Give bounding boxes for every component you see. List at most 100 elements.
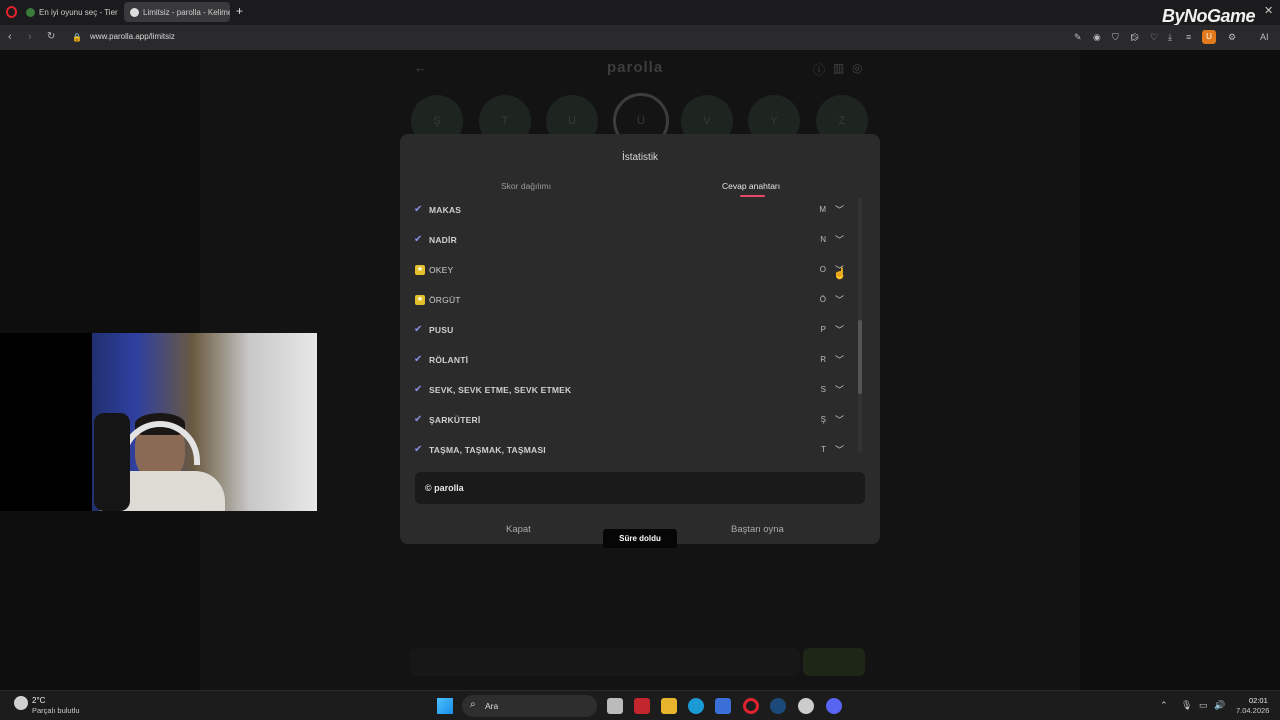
answer-word: PUSU	[429, 325, 454, 335]
discord-icon[interactable]	[826, 698, 842, 714]
answer-input[interactable]	[410, 648, 800, 676]
shield-icon[interactable]: ⛉	[1112, 32, 1119, 43]
answer-row[interactable]: ★ ÖRGÜT Ö ﹀	[414, 291, 844, 311]
url-field[interactable]: www.parolla.app/limitsiz	[90, 32, 175, 41]
answer-word: TAŞMA, TAŞMAK, TAŞMASI	[429, 445, 546, 455]
network-icon[interactable]: ▭	[1199, 700, 1208, 711]
active-tab-indicator	[740, 195, 765, 197]
tab-favicon-icon	[26, 7, 35, 17]
new-tab-button[interactable]: +	[236, 4, 243, 18]
opera-menu-icon[interactable]	[6, 6, 17, 18]
restart-button[interactable]: Baştan oyna	[731, 524, 784, 535]
steam-icon[interactable]	[770, 698, 786, 714]
back-icon[interactable]: ‹	[8, 31, 12, 43]
heart-icon[interactable]: ♡	[1150, 32, 1158, 43]
weather-icon[interactable]	[14, 696, 28, 710]
pass-star-icon: ★	[415, 295, 425, 305]
tab-score-distribution[interactable]: Skor dağılımı	[501, 181, 551, 191]
amd-app-icon[interactable]	[634, 698, 650, 714]
browser-tab-parolla[interactable]: Limitsiz - parolla - Kelime	[124, 2, 230, 22]
answer-row[interactable]: ✔ MAKAS M ﹀	[414, 201, 844, 221]
answer-word: SEVK, SEVK ETME, SEVK ETMEK	[429, 385, 572, 395]
chevron-up-icon[interactable]: ⌃	[1160, 700, 1168, 711]
mic-icon[interactable]: 🎙	[1181, 700, 1192, 711]
opera-icon[interactable]	[743, 698, 759, 714]
chevron-down-icon[interactable]: ﹀	[835, 383, 844, 396]
ai-button[interactable]: AI	[1260, 32, 1269, 42]
answer-letter: M	[819, 205, 826, 214]
scrollbar-thumb[interactable]	[858, 320, 862, 394]
answer-row[interactable]: ✔ TAŞMA, TAŞMAK, TAŞMASI T ﹀	[414, 441, 844, 461]
windows-start-icon[interactable]	[437, 698, 453, 714]
answer-letter: R	[820, 355, 826, 364]
obs-icon[interactable]	[798, 698, 814, 714]
camera-icon[interactable]: ◉	[1093, 32, 1101, 43]
chevron-down-icon[interactable]: ﹀	[835, 203, 844, 216]
task-view-icon[interactable]	[607, 698, 623, 714]
weather-desc[interactable]: Parçalı bulutlu	[32, 706, 80, 715]
check-icon: ✔	[414, 204, 423, 215]
download-icon[interactable]: ⤓	[1168, 32, 1172, 43]
search-icon: ⌕	[470, 699, 476, 710]
chevron-down-icon[interactable]: ﹀	[835, 293, 844, 306]
answer-word: ŞARKÜTERİ	[429, 415, 481, 425]
reload-icon[interactable]: ↻	[47, 31, 55, 42]
check-icon: ✔	[414, 444, 423, 455]
answer-letter: Ö	[819, 295, 826, 304]
answer-row[interactable]: ✔ SEVK, SEVK ETME, SEVK ETMEK S ﹀	[414, 381, 844, 401]
pass-star-icon: ★	[415, 265, 425, 275]
chevron-down-icon[interactable]: ﹀	[835, 233, 844, 246]
answer-word: NADİR	[429, 235, 457, 245]
clock-date[interactable]: 7.04.2026	[1236, 706, 1269, 715]
check-icon: ✔	[414, 234, 423, 245]
chevron-down-icon[interactable]: ﹀	[835, 443, 844, 456]
answer-row[interactable]: ✔ ŞARKÜTERİ Ş ﹀	[414, 411, 844, 431]
taskbar-search[interactable]: ⌕ Ara	[462, 695, 597, 717]
copyright-text: © parolla	[425, 483, 464, 493]
answer-row[interactable]: ★ OKEY O ﹀	[414, 261, 844, 281]
windows-taskbar: 2°C Parçalı bulutlu ⌕ Ara ⌃ 🎙 ▭ 🔊 02:01 …	[0, 690, 1280, 720]
answer-letter: P	[820, 325, 826, 334]
chevron-down-icon[interactable]: ﹀	[835, 413, 844, 426]
check-icon: ✔	[414, 324, 423, 335]
forward-icon[interactable]: ›	[28, 31, 32, 43]
answer-row[interactable]: ✔ RÖLANTİ R ﹀	[414, 351, 844, 371]
mouse-cursor-icon: ☝	[833, 268, 847, 280]
check-icon: ✔	[414, 414, 423, 425]
edge-icon[interactable]	[688, 698, 704, 714]
play-icon[interactable]: ▷	[1131, 32, 1138, 43]
store-icon[interactable]	[715, 698, 731, 714]
close-window-icon[interactable]: ✕	[1264, 4, 1273, 17]
answer-row[interactable]: ✔ PUSU P ﹀	[414, 321, 844, 341]
profile-icon[interactable]: ◎	[852, 61, 862, 75]
browser-tab-tierlist[interactable]: En iyi oyunu seç - Tier List	[20, 2, 120, 22]
back-arrow-icon[interactable]: ←	[414, 60, 427, 75]
webcam-overlay	[0, 333, 317, 511]
menu-icon[interactable]: ≡	[1186, 32, 1191, 42]
tab-title: En iyi oyunu seç - Tier List	[39, 7, 120, 17]
site-logo: parolla	[607, 59, 664, 76]
search-label: Ara	[485, 701, 499, 711]
answer-row[interactable]: ✔ NADİR N ﹀	[414, 231, 844, 251]
browser-tab-bar: En iyi oyunu seç - Tier List Limitsiz - …	[0, 0, 1280, 26]
volume-icon[interactable]: 🔊	[1214, 700, 1225, 711]
extension-badge[interactable]: U	[1202, 30, 1216, 44]
submit-button[interactable]	[803, 648, 865, 676]
settings-icon[interactable]: ⚙	[1228, 32, 1236, 43]
close-button[interactable]: Kapat	[506, 524, 531, 535]
answer-letter: Ş	[820, 415, 826, 424]
chevron-down-icon[interactable]: ﹀	[835, 353, 844, 366]
edit-icon[interactable]: ✎	[1074, 32, 1082, 43]
answer-letter: N	[820, 235, 826, 244]
tab-title: Limitsiz - parolla - Kelime	[143, 7, 230, 17]
check-icon: ✔	[414, 354, 423, 365]
gaming-chair	[94, 413, 130, 511]
answer-letter: O	[819, 265, 826, 274]
info-icon[interactable]: ⓘ	[813, 61, 825, 78]
stats-icon[interactable]: ▥	[833, 61, 844, 75]
tab-answer-key[interactable]: Cevap anahtarı	[722, 181, 780, 191]
weather-temp[interactable]: 2°C	[32, 696, 45, 705]
file-explorer-icon[interactable]	[661, 698, 677, 714]
chevron-down-icon[interactable]: ﹀	[835, 323, 844, 336]
clock-time[interactable]: 02:01	[1249, 696, 1268, 705]
